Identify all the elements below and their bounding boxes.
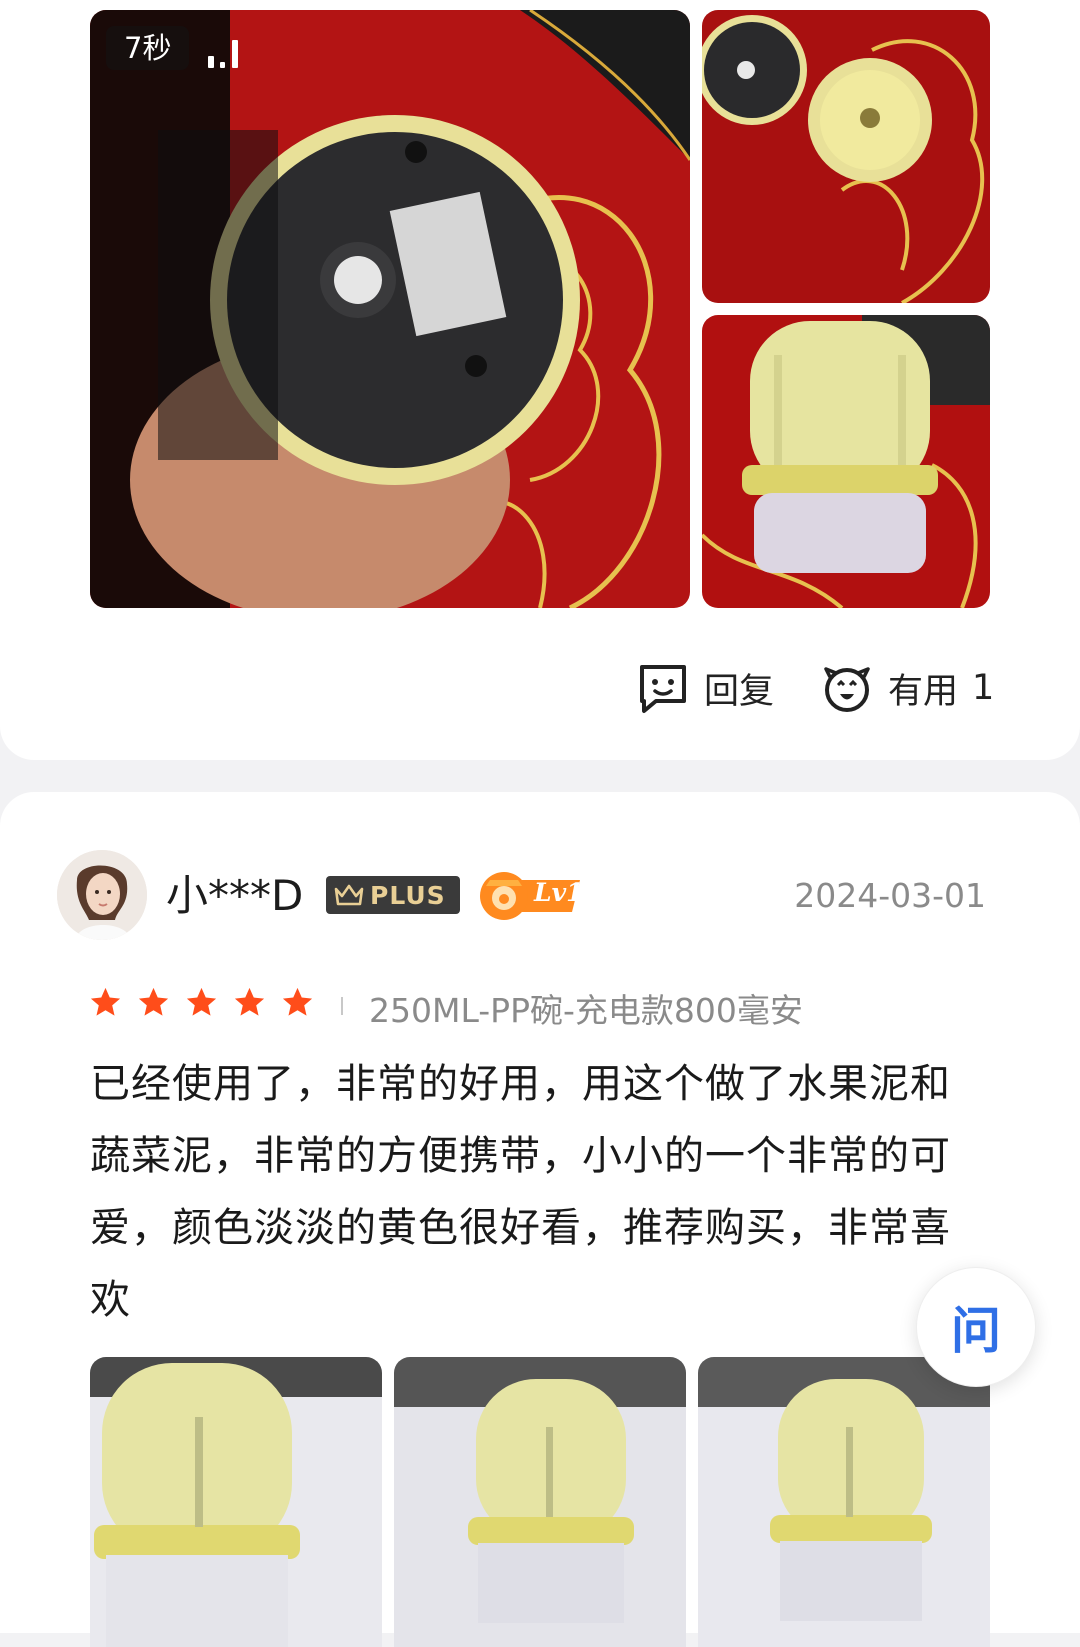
star-icon xyxy=(282,987,313,1016)
volume-bars-icon xyxy=(208,34,244,68)
crown-icon xyxy=(334,884,364,906)
review-photo-thumbnail[interactable] xyxy=(702,315,990,608)
level-badge-label: Lv1 xyxy=(534,878,584,907)
review-photo-thumbnail[interactable] xyxy=(394,1357,686,1647)
plus-badge-label: PLUS xyxy=(370,880,446,910)
avatar[interactable] xyxy=(57,850,147,940)
review-text: 已经使用了，非常的好用，用这个做了水果泥和蔬菜泥，非常的方便携带，小小的一个非常… xyxy=(90,1061,951,1323)
level-badge: Lv1 xyxy=(476,866,588,924)
product-spec: 250ML-PP碗-充电款800毫安 xyxy=(369,991,803,1030)
previous-review-card: 7秒 回复 有用 1 xyxy=(0,0,1080,760)
star-icon xyxy=(138,987,169,1016)
review-date: 2024-03-01 xyxy=(794,876,986,915)
comment-icon xyxy=(640,665,686,713)
star-icon xyxy=(186,987,217,1016)
ask-label: 问 xyxy=(951,1302,1001,1360)
divider xyxy=(341,997,343,1015)
review-photo-thumbnail[interactable] xyxy=(90,1357,382,1647)
review-video-thumbnail[interactable]: 7秒 xyxy=(90,10,690,608)
plus-member-badge: PLUS xyxy=(326,876,460,914)
reply-label: 回复 xyxy=(704,671,775,712)
video-duration-badge: 7秒 xyxy=(106,26,190,70)
review-photo-thumbnail[interactable] xyxy=(702,10,990,303)
star-rating xyxy=(88,985,315,1020)
reply-button[interactable]: 回复 xyxy=(636,660,774,716)
ask-question-button[interactable]: 问 xyxy=(916,1267,1036,1387)
star-icon xyxy=(234,987,265,1016)
reviewer-username: 小***D xyxy=(166,871,304,920)
useful-label: 有用 xyxy=(888,671,959,712)
useful-face-icon xyxy=(824,667,870,712)
useful-button[interactable]: 有用 1 xyxy=(820,660,994,716)
star-icon xyxy=(90,987,121,1016)
useful-count: 1 xyxy=(972,668,995,708)
review-photo-thumbnail[interactable] xyxy=(698,1357,990,1647)
